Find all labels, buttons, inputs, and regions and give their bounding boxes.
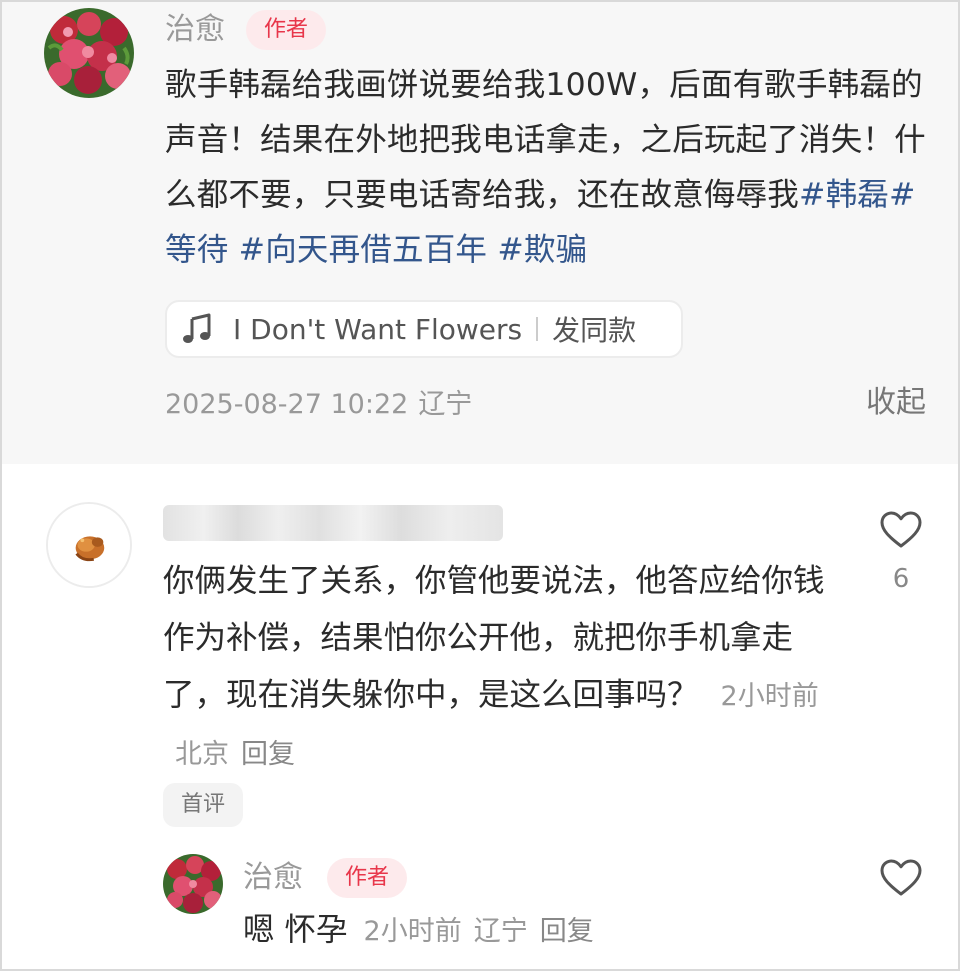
post-timestamp: 2025-08-27 10:22	[165, 389, 409, 420]
comment-location: 北京	[175, 739, 229, 770]
first-comment-badge: 首评	[163, 783, 243, 827]
comment-time: 2小时前	[720, 681, 819, 712]
post-meta: 2025-08-27 10:22 辽宁	[165, 385, 472, 425]
reply-button[interactable]: 回复	[540, 916, 594, 947]
music-chip[interactable]: I Don't Want Flowers 发同款	[165, 300, 683, 358]
hashtag-link[interactable]: #韩磊	[799, 177, 889, 213]
author-avatar[interactable]	[44, 8, 134, 98]
heart-outline-icon[interactable]	[879, 858, 923, 898]
use-same-music-button[interactable]: 发同款	[552, 309, 636, 349]
chip-divider	[536, 317, 539, 341]
original-post: 治愈 作者 歌手韩磊给我画饼说要给我100W，后面有歌手韩磊的声音！结果在外地把…	[2, 2, 958, 464]
music-note-icon	[183, 313, 211, 343]
reply-body: 嗯 怀孕 2小时前 辽宁 回复	[243, 910, 594, 952]
reply-author-avatar[interactable]	[163, 854, 223, 914]
commenter-name-blurred[interactable]: ██████████	[163, 505, 503, 541]
song-title: I Don't Want Flowers	[233, 312, 523, 346]
hashtag-link[interactable]: #向天再借五百年	[228, 232, 487, 268]
reply-author-name[interactable]: 治愈	[243, 858, 303, 898]
reply-author-badge: 作者	[327, 858, 407, 898]
reply-meta: 2小时前 辽宁 回复	[348, 916, 594, 947]
reply-like[interactable]	[876, 858, 926, 898]
comment-body: 你俩发生了关系，你管他要说法，他答应给你钱作为补偿，结果怕你公开他，就把你手机拿…	[163, 553, 843, 783]
reply-time: 2小时前	[363, 916, 462, 947]
commenter-avatar[interactable]	[46, 502, 132, 588]
collapse-button[interactable]: 收起	[866, 383, 926, 423]
heart-outline-icon[interactable]	[879, 510, 923, 550]
reply-button[interactable]: 回复	[241, 739, 295, 770]
roast-chicken-image	[48, 504, 130, 586]
post-body: 歌手韩磊给我画饼说要给我100W，后面有歌手韩磊的声音！结果在外地把我电话拿走，…	[165, 58, 935, 278]
author-name[interactable]: 治愈	[165, 10, 225, 50]
rose-bouquet-image	[44, 8, 134, 98]
author-badge: 作者	[246, 10, 326, 50]
like-count: 6	[892, 564, 910, 594]
post-location: 辽宁	[418, 389, 473, 420]
comment-like[interactable]: 6	[876, 510, 926, 594]
reply-text: 嗯 怀孕	[243, 912, 348, 948]
reply-location: 辽宁	[473, 916, 528, 947]
hashtag-link[interactable]: #欺骗	[487, 232, 587, 268]
rose-bouquet-image	[163, 854, 223, 914]
